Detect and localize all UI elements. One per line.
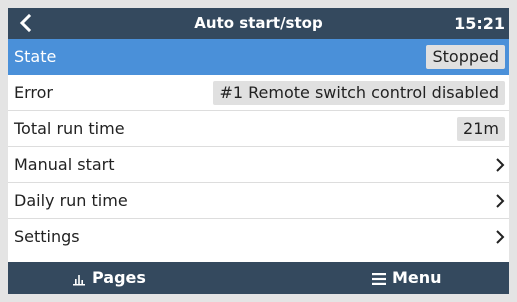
error-value: #1 Remote switch control disabled bbox=[213, 81, 505, 105]
row-error[interactable]: Error #1 Remote switch control disabled bbox=[8, 75, 509, 111]
menu-label: Menu bbox=[392, 268, 442, 287]
row-daily-run-time[interactable]: Daily run time bbox=[8, 183, 509, 219]
menu-button[interactable]: Menu bbox=[372, 262, 442, 294]
header-bar: Auto start/stop 15:21 bbox=[8, 8, 509, 39]
pages-label: Pages bbox=[92, 268, 146, 287]
app-window: Auto start/stop 15:21 State Stopped Erro… bbox=[8, 8, 509, 294]
footer-bar: Pages Menu bbox=[8, 262, 509, 294]
chevron-right-icon bbox=[495, 157, 505, 173]
row-total-run-time[interactable]: Total run time 21m bbox=[8, 111, 509, 147]
row-state[interactable]: State Stopped bbox=[8, 39, 509, 75]
total-run-time-value: 21m bbox=[457, 117, 505, 141]
row-manual-start[interactable]: Manual start bbox=[8, 147, 509, 183]
row-label: Settings bbox=[14, 227, 80, 246]
row-label: Total run time bbox=[14, 119, 125, 138]
state-value: Stopped bbox=[426, 45, 505, 69]
row-label: Manual start bbox=[14, 155, 115, 174]
pages-button[interactable]: Pages bbox=[72, 262, 146, 294]
bar-chart-icon bbox=[72, 272, 86, 286]
row-label: State bbox=[14, 47, 57, 66]
row-label: Error bbox=[14, 83, 53, 102]
chevron-right-icon bbox=[495, 229, 505, 245]
hamburger-icon bbox=[372, 272, 386, 285]
row-settings[interactable]: Settings bbox=[8, 219, 509, 255]
chevron-right-icon bbox=[495, 193, 505, 209]
page-title: Auto start/stop bbox=[194, 14, 323, 32]
row-label: Daily run time bbox=[14, 191, 128, 210]
clock: 15:21 bbox=[454, 14, 505, 33]
